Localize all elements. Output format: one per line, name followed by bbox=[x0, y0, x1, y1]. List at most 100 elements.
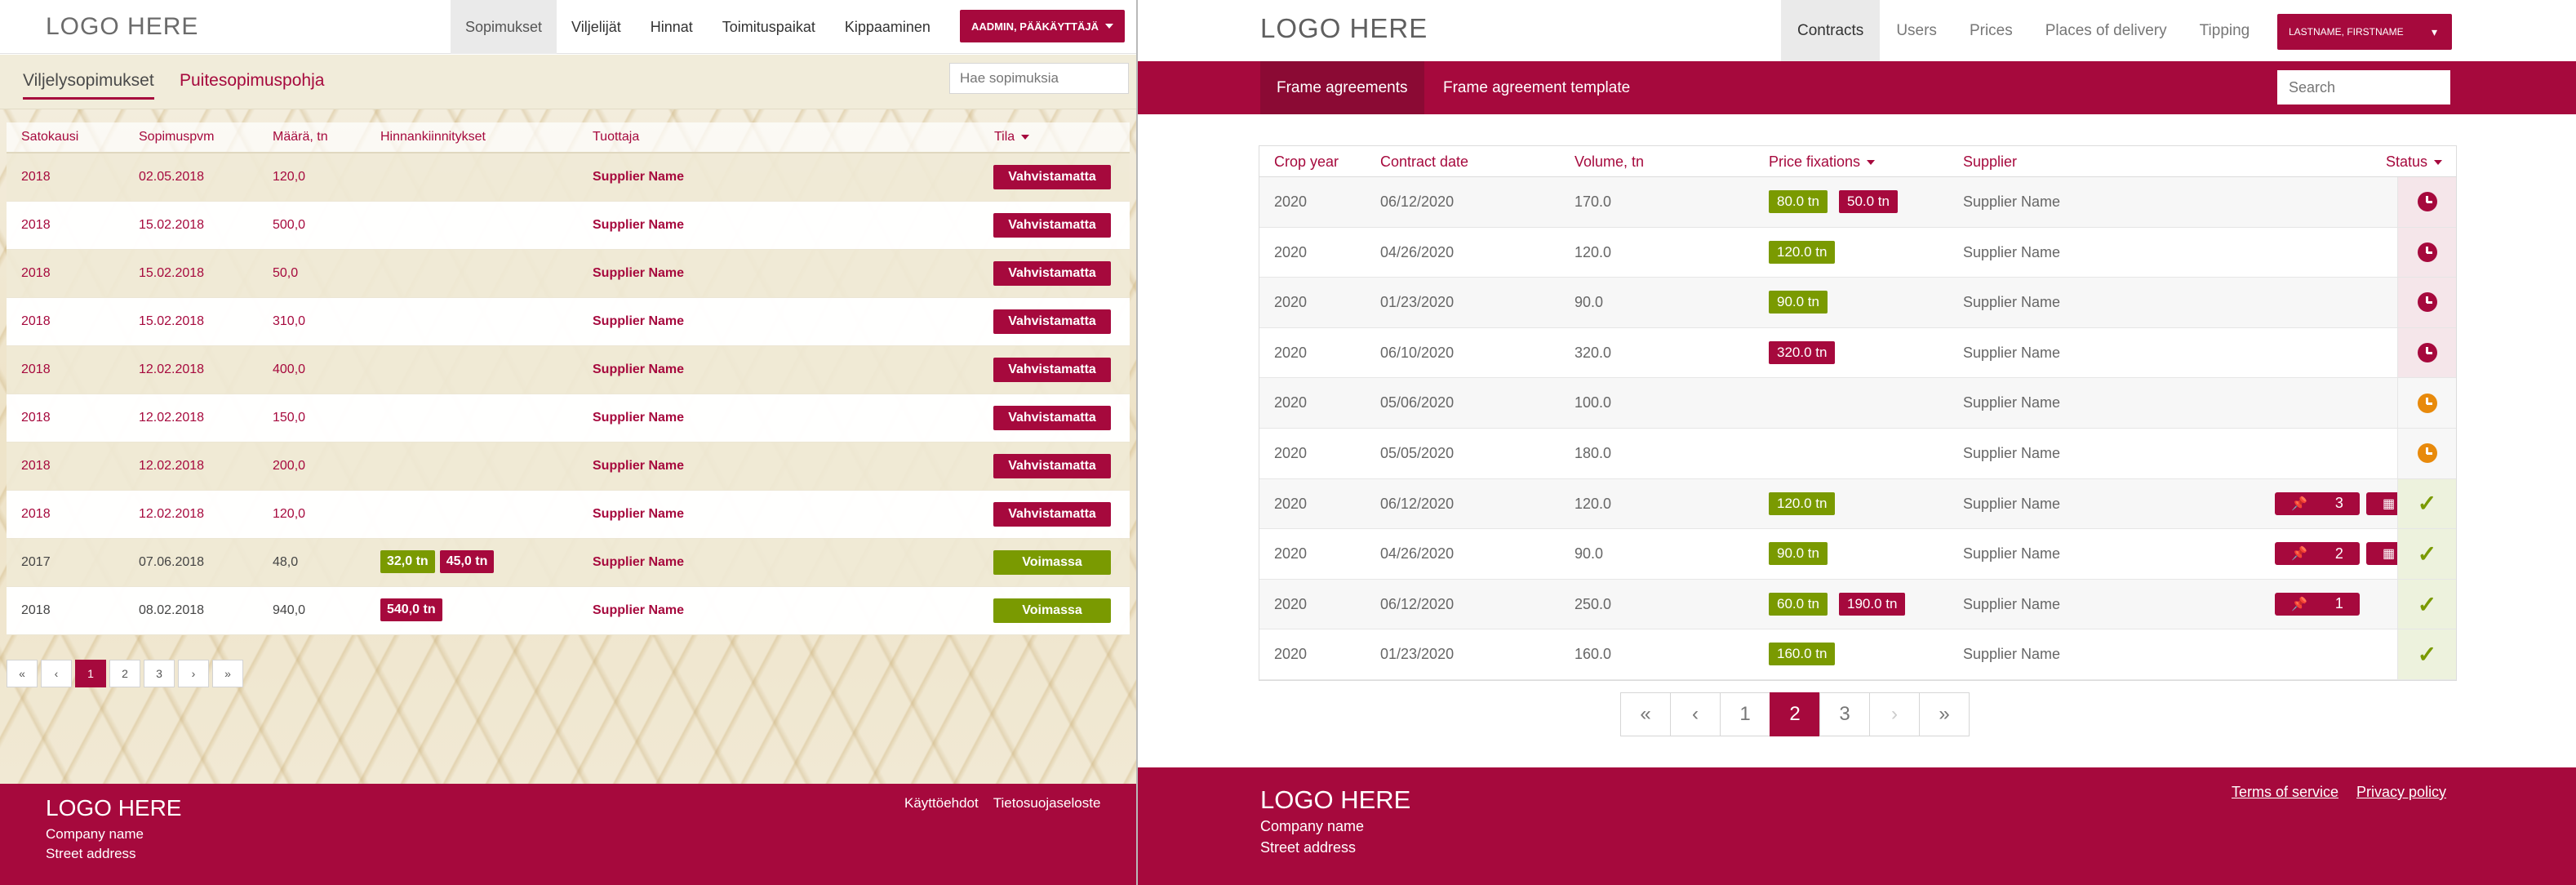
supplier-cell[interactable]: Supplier Name bbox=[593, 555, 684, 570]
status-cell[interactable] bbox=[2397, 327, 2456, 378]
supplier-cell[interactable]: Supplier Name bbox=[593, 603, 684, 618]
supplier-cell[interactable]: Supplier Name bbox=[593, 507, 684, 522]
page-2-button[interactable]: 2 bbox=[1770, 692, 1820, 736]
status-cell[interactable] bbox=[2397, 428, 2456, 478]
table-row[interactable]: 2018 12.02.2018 120,0 Supplier Name Vahvista… bbox=[7, 491, 1130, 539]
status-badge[interactable]: Vahvistamatta bbox=[993, 406, 1111, 430]
table-row[interactable]: 2020 04/26/2020 90.0 90.0 tn Supplier Name 📌 2… bbox=[1259, 529, 2456, 580]
search-input[interactable] bbox=[2277, 70, 2450, 105]
column-header-amount[interactable]: Määrä, tn bbox=[273, 130, 328, 145]
status-cell[interactable]: ✓ bbox=[2397, 579, 2456, 629]
privacy-link[interactable]: Tietosuojaseloste bbox=[993, 795, 1101, 812]
price-fixation-badge[interactable]: 32,0 tn bbox=[380, 550, 435, 573]
price-fixation-badge[interactable]: 90.0 tn bbox=[1769, 291, 1828, 314]
pin-count-badge[interactable]: 📌 3 bbox=[2275, 491, 2360, 515]
last-page-button[interactable]: » bbox=[1919, 692, 1970, 736]
nav-item-hinnat[interactable]: Hinnat bbox=[636, 0, 708, 54]
first-page-button[interactable]: « bbox=[1620, 692, 1671, 736]
nav-item-prices[interactable]: Prices bbox=[1953, 0, 2029, 61]
table-row[interactable]: 2020 06/12/2020 250.0 60.0 tn 190.0 tn Suppli… bbox=[1259, 579, 2456, 630]
table-row[interactable]: 2018 15.02.2018 50,0 Supplier Name Vahvistam… bbox=[7, 250, 1130, 298]
prev-page-button[interactable]: ‹ bbox=[1670, 692, 1721, 736]
supplier-cell[interactable]: Supplier Name bbox=[1963, 596, 2060, 613]
privacy-policy-link[interactable]: Privacy policy bbox=[2356, 784, 2446, 801]
supplier-cell[interactable]: Supplier Name bbox=[593, 266, 684, 281]
column-header-status[interactable]: Tila bbox=[994, 130, 1030, 145]
column-header-crop-year[interactable]: Crop year bbox=[1274, 153, 1339, 171]
page-3-button[interactable]: 3 bbox=[144, 660, 175, 687]
column-header-status[interactable]: Status bbox=[2386, 153, 2443, 171]
nav-item-tipping[interactable]: Tipping bbox=[2183, 0, 2267, 61]
supplier-cell[interactable]: Supplier Name bbox=[1963, 345, 2060, 362]
column-header-contract-date[interactable]: Contract date bbox=[1380, 153, 1468, 171]
user-menu-button[interactable]: LASTNAME, FIRSTNAME ▾ bbox=[2277, 14, 2452, 50]
supplier-cell[interactable]: Supplier Name bbox=[1963, 545, 2060, 563]
page-3-button[interactable]: 3 bbox=[1819, 692, 1870, 736]
price-fixation-badge[interactable]: 60.0 tn bbox=[1769, 592, 1828, 616]
column-header-price-fixations[interactable]: Price fixations bbox=[1769, 153, 1876, 171]
price-fixation-badge[interactable]: 160.0 tn bbox=[1769, 643, 1836, 666]
supplier-cell[interactable]: Supplier Name bbox=[593, 459, 684, 474]
table-row[interactable]: 2017 07.06.2018 48,0 32,0 tn 45,0 tn Supplier… bbox=[7, 539, 1130, 587]
price-fixation-badge[interactable]: 45,0 tn bbox=[439, 550, 495, 573]
nav-item-toimituspaikat[interactable]: Toimituspaikat bbox=[708, 0, 830, 54]
table-row[interactable]: 2020 05/05/2020 180.0 Supplier Name bbox=[1259, 428, 2456, 479]
nav-item-contracts[interactable]: Contracts bbox=[1781, 0, 1881, 61]
price-fixation-badge[interactable]: 540,0 tn bbox=[380, 598, 442, 621]
status-cell[interactable] bbox=[2397, 278, 2456, 327]
supplier-cell[interactable]: Supplier Name bbox=[593, 170, 684, 185]
supplier-cell[interactable]: Supplier Name bbox=[1963, 244, 2060, 261]
status-cell[interactable] bbox=[2397, 378, 2456, 428]
status-badge[interactable]: Vahvistamatta bbox=[993, 261, 1111, 286]
table-row[interactable]: 2018 08.02.2018 940,0 540,0 tn Supplier Name… bbox=[7, 587, 1130, 635]
supplier-cell[interactable]: Supplier Name bbox=[593, 411, 684, 425]
next-page-button[interactable]: › bbox=[1869, 692, 1920, 736]
column-header-producer[interactable]: Tuottaja bbox=[593, 130, 639, 145]
page-2-button[interactable]: 2 bbox=[109, 660, 140, 687]
last-page-button[interactable]: » bbox=[212, 660, 243, 687]
next-page-button[interactable]: › bbox=[178, 660, 209, 687]
supplier-cell[interactable]: Supplier Name bbox=[1963, 394, 2060, 411]
status-cell[interactable]: ✓ bbox=[2397, 478, 2456, 529]
table-row[interactable]: 2020 04/26/2020 120.0 120.0 tn Supplier Name bbox=[1259, 227, 2456, 278]
table-row[interactable]: 2018 15.02.2018 310,0 Supplier Name Vahvista… bbox=[7, 298, 1130, 346]
status-badge[interactable]: Vahvistamatta bbox=[993, 309, 1111, 334]
prev-page-button[interactable]: ‹ bbox=[41, 660, 72, 687]
column-header-date[interactable]: Sopimuspvm bbox=[139, 130, 214, 145]
status-cell[interactable] bbox=[2397, 177, 2456, 227]
status-cell[interactable] bbox=[2397, 227, 2456, 278]
logo[interactable]: LOGO HERE bbox=[1260, 13, 1428, 44]
status-badge[interactable]: Voimassa bbox=[993, 550, 1111, 575]
table-row[interactable]: 2020 06/12/2020 170.0 80.0 tn 50.0 tn Supplie… bbox=[1259, 177, 2456, 228]
price-fixation-badge[interactable]: 90.0 tn bbox=[1769, 542, 1828, 566]
status-badge[interactable]: Voimassa bbox=[993, 598, 1111, 623]
terms-of-service-link[interactable]: Terms of service bbox=[2232, 784, 2338, 801]
table-row[interactable]: 2018 15.02.2018 500,0 Supplier Name Vahvista… bbox=[7, 202, 1130, 250]
price-fixation-badge[interactable]: 190.0 tn bbox=[1839, 592, 1906, 616]
column-header-supplier[interactable]: Supplier bbox=[1963, 153, 2017, 171]
table-row[interactable]: 2020 06/10/2020 320.0 320.0 tn Supplier Name bbox=[1259, 327, 2456, 379]
search-input[interactable] bbox=[949, 63, 1129, 94]
tab-frame-agreements[interactable]: Frame agreements bbox=[1260, 61, 1424, 114]
first-page-button[interactable]: « bbox=[7, 660, 38, 687]
supplier-cell[interactable]: Supplier Name bbox=[1963, 496, 2060, 513]
column-header-fixations[interactable]: Hinnankiinnitykset bbox=[380, 130, 486, 145]
supplier-cell[interactable]: Supplier Name bbox=[1963, 445, 2060, 462]
nav-item-places-of-delivery[interactable]: Places of delivery bbox=[2029, 0, 2183, 61]
supplier-cell[interactable]: Supplier Name bbox=[593, 218, 684, 233]
price-fixation-badge[interactable]: 120.0 tn bbox=[1769, 240, 1836, 264]
supplier-cell[interactable]: Supplier Name bbox=[593, 314, 684, 329]
table-row[interactable]: 2020 06/12/2020 120.0 120.0 tn Supplier Name… bbox=[1259, 478, 2456, 530]
supplier-cell[interactable]: Supplier Name bbox=[593, 362, 684, 377]
table-row[interactable]: 2018 12.02.2018 200,0 Supplier Name Vahvista… bbox=[7, 442, 1130, 491]
tab-puitesopimuspohja[interactable]: Puitesopimuspohja bbox=[180, 71, 324, 91]
nav-item-viljelijat[interactable]: Viljelijät bbox=[557, 0, 636, 54]
user-menu-button[interactable]: AADMIN, PÄÄKÄYTTÄJÄ bbox=[960, 10, 1125, 42]
page-1-button[interactable]: 1 bbox=[1720, 692, 1770, 736]
column-header-volume[interactable]: Volume, tn bbox=[1574, 153, 1644, 171]
supplier-cell[interactable]: Supplier Name bbox=[1963, 646, 2060, 663]
price-fixation-badge[interactable]: 50.0 tn bbox=[1839, 190, 1898, 213]
pin-count-badge[interactable]: 📌 1 bbox=[2275, 592, 2360, 616]
price-fixation-badge[interactable]: 320.0 tn bbox=[1769, 340, 1836, 364]
status-badge[interactable]: Vahvistamatta bbox=[993, 213, 1111, 238]
